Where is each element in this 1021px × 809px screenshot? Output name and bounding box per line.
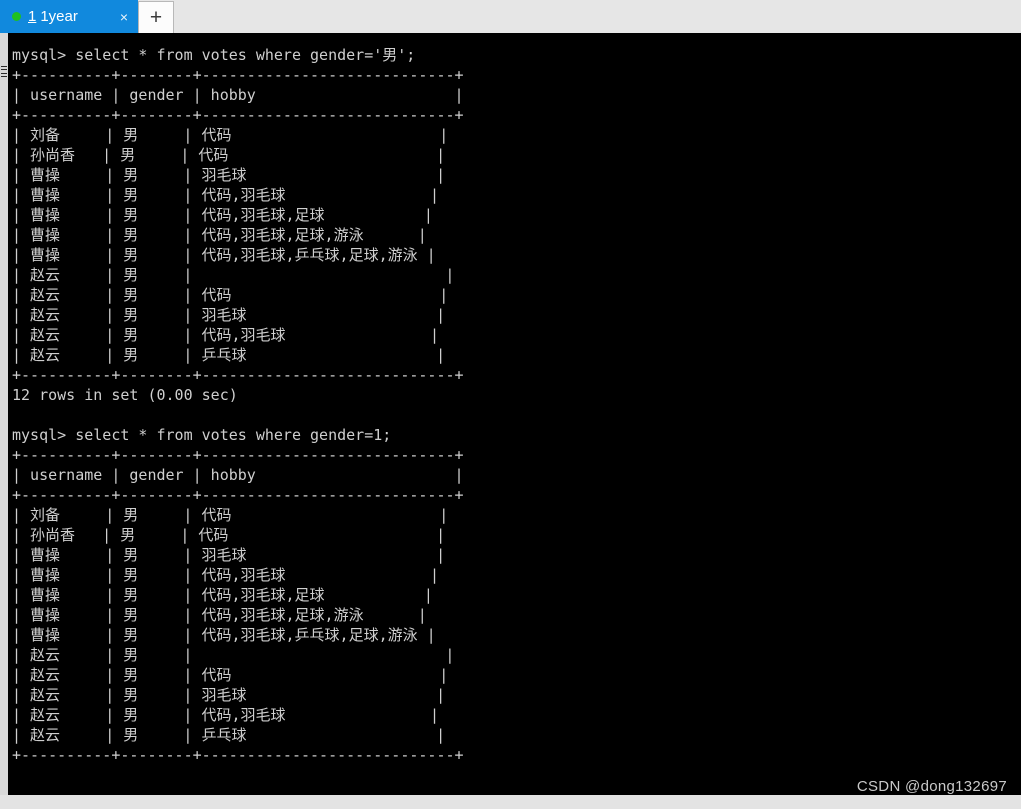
tab-strip-empty-area bbox=[174, 0, 1021, 33]
table-row: | 刘备 | 男 | 代码 | bbox=[12, 126, 449, 144]
table-row: | 曹操 | 男 | 代码,羽毛球,足球,游泳 | bbox=[12, 606, 427, 624]
table-row: | 曹操 | 男 | 代码,羽毛球 | bbox=[12, 566, 440, 584]
table-row: | 孙尚香 | 男 | 代码 | bbox=[12, 146, 446, 164]
terminal-command-line: mysql> select * from votes where gender=… bbox=[12, 46, 416, 64]
table-row: | 赵云 | 男 | | bbox=[12, 266, 455, 284]
tab-title-label: 1year bbox=[40, 8, 78, 25]
tab-index-label: 1 bbox=[28, 8, 37, 25]
terminal-left-gutter[interactable] bbox=[0, 33, 8, 795]
terminal-command-line: mysql> select * from votes where gender=… bbox=[12, 426, 392, 444]
table-row: | 赵云 | 男 | 代码,羽毛球 | bbox=[12, 706, 440, 724]
watermark-label: CSDN @dong132697 bbox=[856, 778, 1007, 795]
table-border-line: +----------+--------+-------------------… bbox=[12, 446, 464, 464]
terminal-window: 1 1year × + mysql> select * from votes w… bbox=[0, 0, 1021, 809]
table-row: | 曹操 | 男 | 羽毛球 | bbox=[12, 166, 446, 184]
table-row: | 赵云 | 男 | 乒乓球 | bbox=[12, 726, 446, 744]
table-row: | 曹操 | 男 | 代码,羽毛球,足球 | bbox=[12, 206, 433, 224]
table-row: | 曹操 | 男 | 羽毛球 | bbox=[12, 546, 446, 564]
table-row: | 赵云 | 男 | 羽毛球 | bbox=[12, 686, 446, 704]
terminal-screen[interactable]: mysql> select * from votes where gender=… bbox=[8, 33, 1021, 795]
table-header-line: | username | gender | hobby | bbox=[12, 86, 464, 104]
result-status-line: 12 rows in set (0.00 sec) bbox=[12, 386, 238, 404]
table-border-line: +----------+--------+-------------------… bbox=[12, 66, 464, 84]
tab-strip: 1 1year × + bbox=[0, 0, 1021, 33]
drag-handle-icon[interactable] bbox=[1, 66, 7, 77]
table-row: | 赵云 | 男 | 代码 | bbox=[12, 286, 449, 304]
new-tab-button[interactable]: + bbox=[138, 1, 174, 33]
window-bottom-strip bbox=[0, 795, 1021, 809]
table-row: | 孙尚香 | 男 | 代码 | bbox=[12, 526, 446, 544]
table-row: | 曹操 | 男 | 代码,羽毛球,乒乓球,足球,游泳 | bbox=[12, 246, 436, 264]
table-header-line: | username | gender | hobby | bbox=[12, 466, 464, 484]
table-row: | 赵云 | 男 | 羽毛球 | bbox=[12, 306, 446, 324]
table-row: | 曹操 | 男 | 代码,羽毛球 | bbox=[12, 186, 440, 204]
table-row: | 赵云 | 男 | 代码 | bbox=[12, 666, 449, 684]
table-row: | 赵云 | 男 | 乒乓球 | bbox=[12, 346, 446, 364]
table-row: | 曹操 | 男 | 代码,羽毛球,乒乓球,足球,游泳 | bbox=[12, 626, 436, 644]
close-icon[interactable]: × bbox=[120, 10, 128, 24]
table-row: | 曹操 | 男 | 代码,羽毛球,足球 | bbox=[12, 586, 433, 604]
table-row: | 赵云 | 男 | | bbox=[12, 646, 455, 664]
tab-1year[interactable]: 1 1year × bbox=[0, 0, 138, 33]
table-row: | 赵云 | 男 | 代码,羽毛球 | bbox=[12, 326, 440, 344]
table-border-line: +----------+--------+-------------------… bbox=[12, 106, 464, 124]
table-border-line: +----------+--------+-------------------… bbox=[12, 366, 464, 384]
table-row: | 刘备 | 男 | 代码 | bbox=[12, 506, 449, 524]
table-border-line: +----------+--------+-------------------… bbox=[12, 746, 464, 764]
table-row: | 曹操 | 男 | 代码,羽毛球,足球,游泳 | bbox=[12, 226, 427, 244]
table-border-line: +----------+--------+-------------------… bbox=[12, 486, 464, 504]
tab-status-dot bbox=[12, 12, 21, 21]
terminal-body: mysql> select * from votes where gender=… bbox=[0, 33, 1021, 795]
